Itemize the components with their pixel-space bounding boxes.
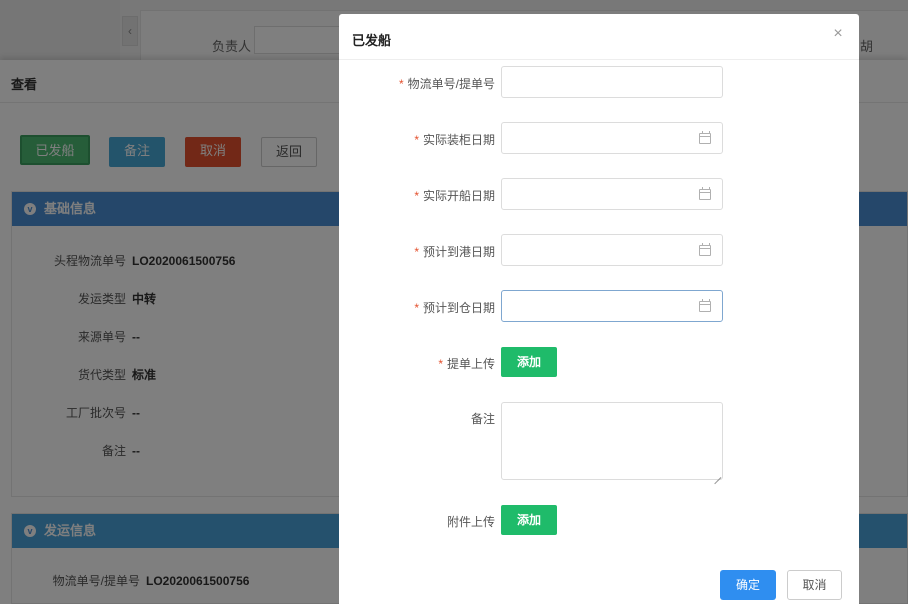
required-mark: * <box>414 133 419 147</box>
remark-textarea[interactable] <box>501 402 723 480</box>
attachment-upload-label: 附件上传 <box>446 515 495 529</box>
dialog-title: 已发船 <box>352 33 392 48</box>
calendar-icon[interactable] <box>699 187 711 200</box>
loading-date-label-text: 实际装柜日期 <box>422 133 495 147</box>
bill-upload-label-text: 提单上传 <box>446 357 495 371</box>
tracking-input[interactable] <box>501 66 723 98</box>
required-mark: * <box>438 357 443 371</box>
warehouse-date-label-text: 预计到仓日期 <box>422 301 495 315</box>
remark-label: 备注 <box>470 412 495 426</box>
dialog-cancel-button[interactable]: 取消 <box>787 570 842 600</box>
bill-upload-label: * 提单上传 <box>438 355 495 372</box>
close-icon[interactable]: × <box>831 26 845 42</box>
warehouse-date-label: * 预计到仓日期 <box>414 299 495 316</box>
arrival-date-picker[interactable] <box>501 234 723 266</box>
warehouse-date-picker[interactable] <box>501 290 723 322</box>
confirm-button[interactable]: 确定 <box>720 570 776 600</box>
sailing-date-label: * 实际开船日期 <box>414 187 495 204</box>
tracking-label-text: 物流单号/提单号 <box>407 77 495 91</box>
sailing-date-label-text: 实际开船日期 <box>422 189 495 203</box>
required-mark: * <box>414 189 419 203</box>
resize-grip-icon[interactable] <box>713 470 721 478</box>
calendar-icon[interactable] <box>699 131 711 144</box>
sailing-date-picker[interactable] <box>501 178 723 210</box>
required-mark: * <box>414 301 419 315</box>
dialog-header: 已发船 × <box>339 14 859 60</box>
required-mark: * <box>414 245 419 259</box>
calendar-icon[interactable] <box>699 243 711 256</box>
loading-date-picker[interactable] <box>501 122 723 154</box>
calendar-icon[interactable] <box>699 299 711 312</box>
loading-date-label: * 实际装柜日期 <box>414 131 495 148</box>
arrival-date-label-text: 预计到港日期 <box>422 245 495 259</box>
required-mark: * <box>398 77 404 91</box>
shipped-dialog: 已发船 × * 物流单号/提单号 * 实际装柜日期 * 实际开船日期 * 预计到港日期 … <box>339 14 859 604</box>
attachment-add-button[interactable]: 添加 <box>501 505 557 535</box>
bill-add-button[interactable]: 添加 <box>501 347 557 377</box>
arrival-date-label: * 预计到港日期 <box>414 243 495 260</box>
tracking-label: * 物流单号/提单号 <box>399 75 495 92</box>
